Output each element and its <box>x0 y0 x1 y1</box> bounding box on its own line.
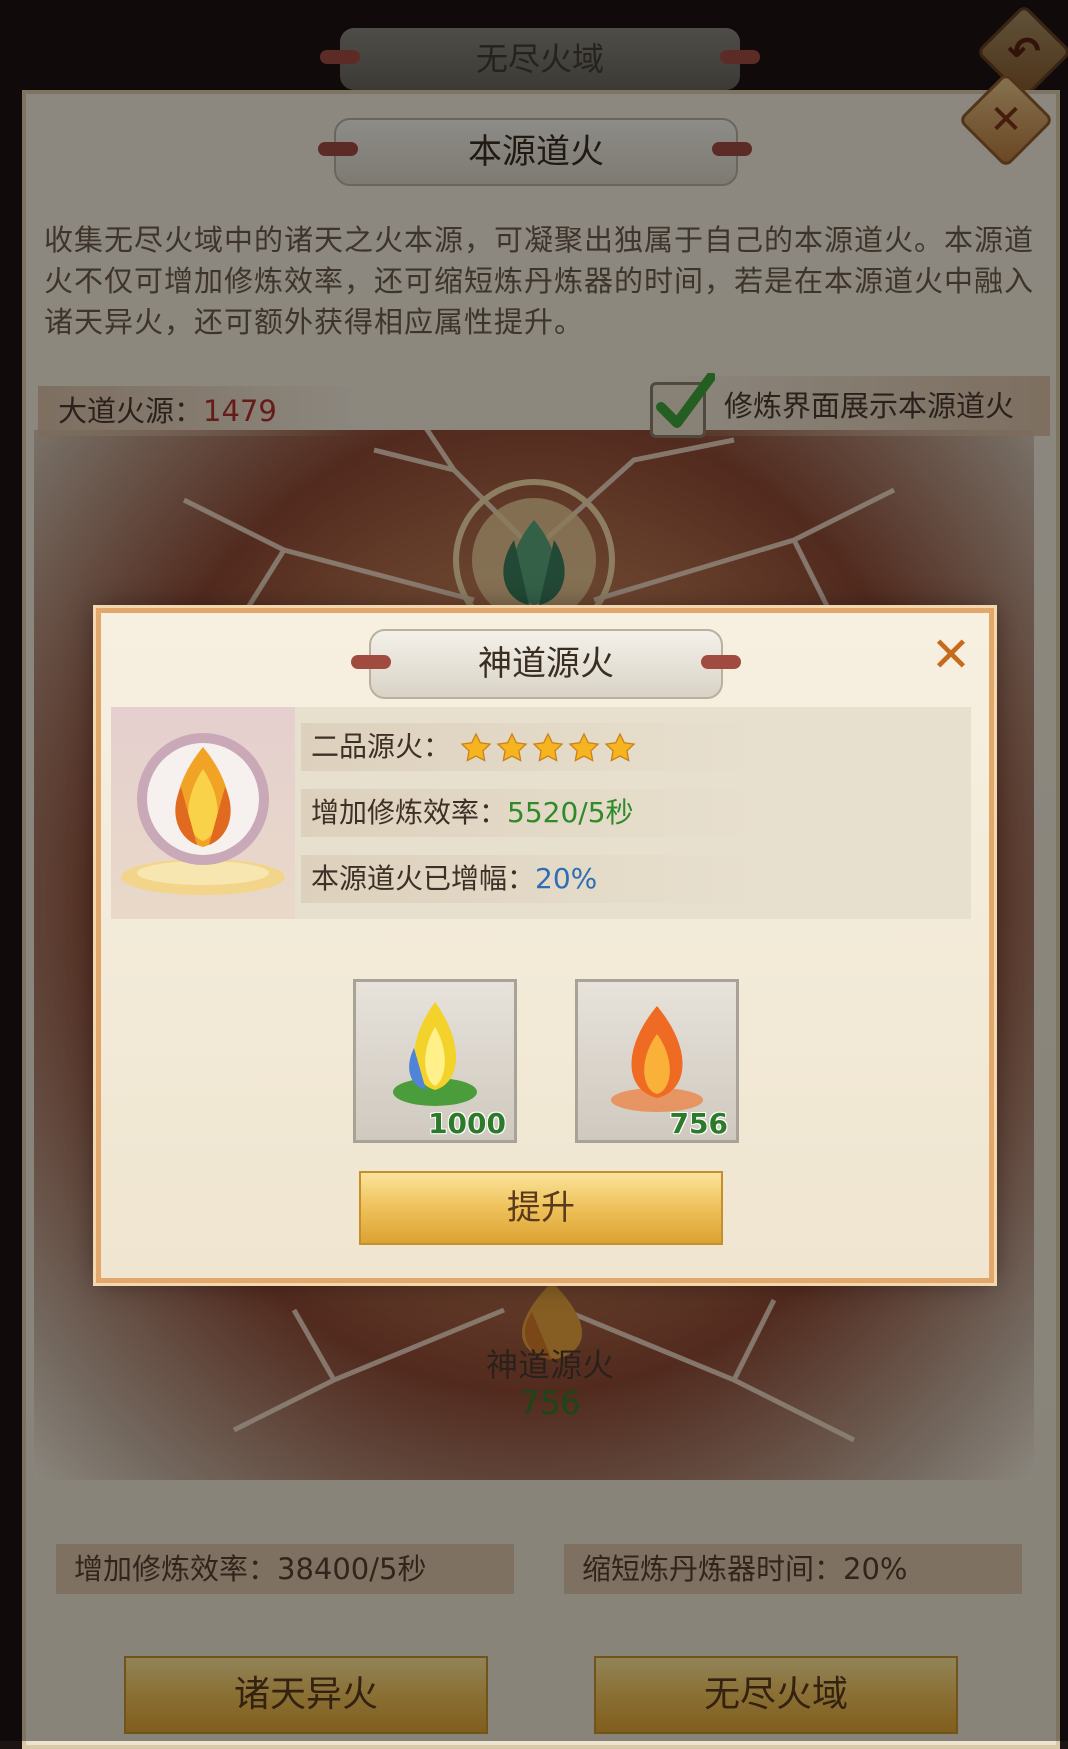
material-item-1[interactable]: 1000 <box>353 979 517 1143</box>
fire-portrait <box>111 707 295 919</box>
star-icon <box>568 732 600 762</box>
dialog-title: 神道源火 <box>369 629 723 699</box>
boost-row: 本源道火已增幅：20% <box>301 855 971 903</box>
material-item-2[interactable]: 756 <box>575 979 739 1143</box>
close-icon: ✕ <box>930 627 972 683</box>
boost-label: 本源道火已增幅： <box>311 862 536 895</box>
grade-row: 二品源火： <box>301 723 971 771</box>
grade-label: 二品源火： <box>311 730 452 763</box>
fire-info-box: 二品源火： 增加修炼效率：5520/5秒 本源道火已增幅：20% <box>111 707 971 919</box>
star-icon <box>532 732 564 762</box>
fire-orb-icon <box>121 733 285 895</box>
star-icon <box>604 732 636 762</box>
dialog-title-knob-left <box>351 655 391 669</box>
upgrade-button[interactable]: 提升 <box>359 1171 723 1245</box>
star-icon <box>496 732 528 762</box>
dialog-efficiency-label: 增加修炼效率： <box>311 796 508 829</box>
fire-detail-dialog: 神道源火 ✕ 二品源火： 增加修炼效率：5520/5秒 本源道火已增幅：20% <box>96 608 994 1283</box>
item-count: 756 <box>669 1107 728 1140</box>
grade-stars <box>460 730 640 763</box>
efficiency-row: 增加修炼效率：5520/5秒 <box>301 789 971 837</box>
dialog-title-knob-right <box>701 655 741 669</box>
item-count: 1000 <box>428 1107 506 1140</box>
dialog-efficiency-value: 5520/5秒 <box>507 796 634 829</box>
boost-value: 20% <box>535 862 598 895</box>
star-icon <box>460 732 492 762</box>
dialog-close-button[interactable]: ✕ <box>927 631 975 679</box>
